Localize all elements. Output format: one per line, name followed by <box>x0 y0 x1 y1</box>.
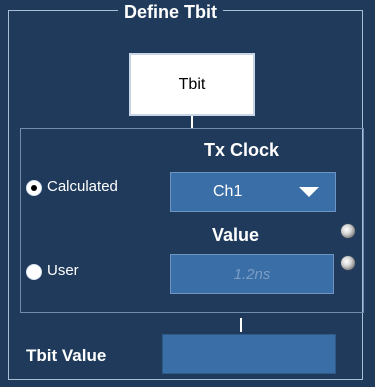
knob-icon[interactable] <box>340 223 356 239</box>
value-title: Value <box>212 225 260 245</box>
diagram-connector-bottom <box>240 318 242 332</box>
tbit-diagram-box: Tbit <box>129 53 255 116</box>
define-tbit-panel: Define Tbit Tbit Tx Clock Calculated Ch1… <box>0 0 375 387</box>
user-label[interactable]: User <box>47 262 79 279</box>
tbit-diagram-label: Tbit <box>178 75 206 93</box>
tx-clock-source-value: Ch1 <box>213 183 243 200</box>
tbit-value-label: Tbit Value <box>26 346 107 365</box>
define-tbit-title: Define Tbit <box>118 2 223 23</box>
calculated-label[interactable]: Calculated <box>47 178 118 195</box>
user-radio[interactable] <box>26 264 42 280</box>
value-placeholder: 1.2ns <box>233 265 271 283</box>
value-input[interactable]: 1.2ns <box>170 254 334 294</box>
calculated-radio[interactable] <box>26 180 42 196</box>
tbit-value-field <box>162 334 336 374</box>
chevron-down-icon <box>299 187 319 197</box>
tx-clock-title: Tx Clock <box>204 140 280 160</box>
calculated-radio-dot <box>31 185 37 191</box>
knob-icon[interactable] <box>340 255 356 271</box>
tx-clock-source-dropdown[interactable]: Ch1 <box>170 172 336 212</box>
